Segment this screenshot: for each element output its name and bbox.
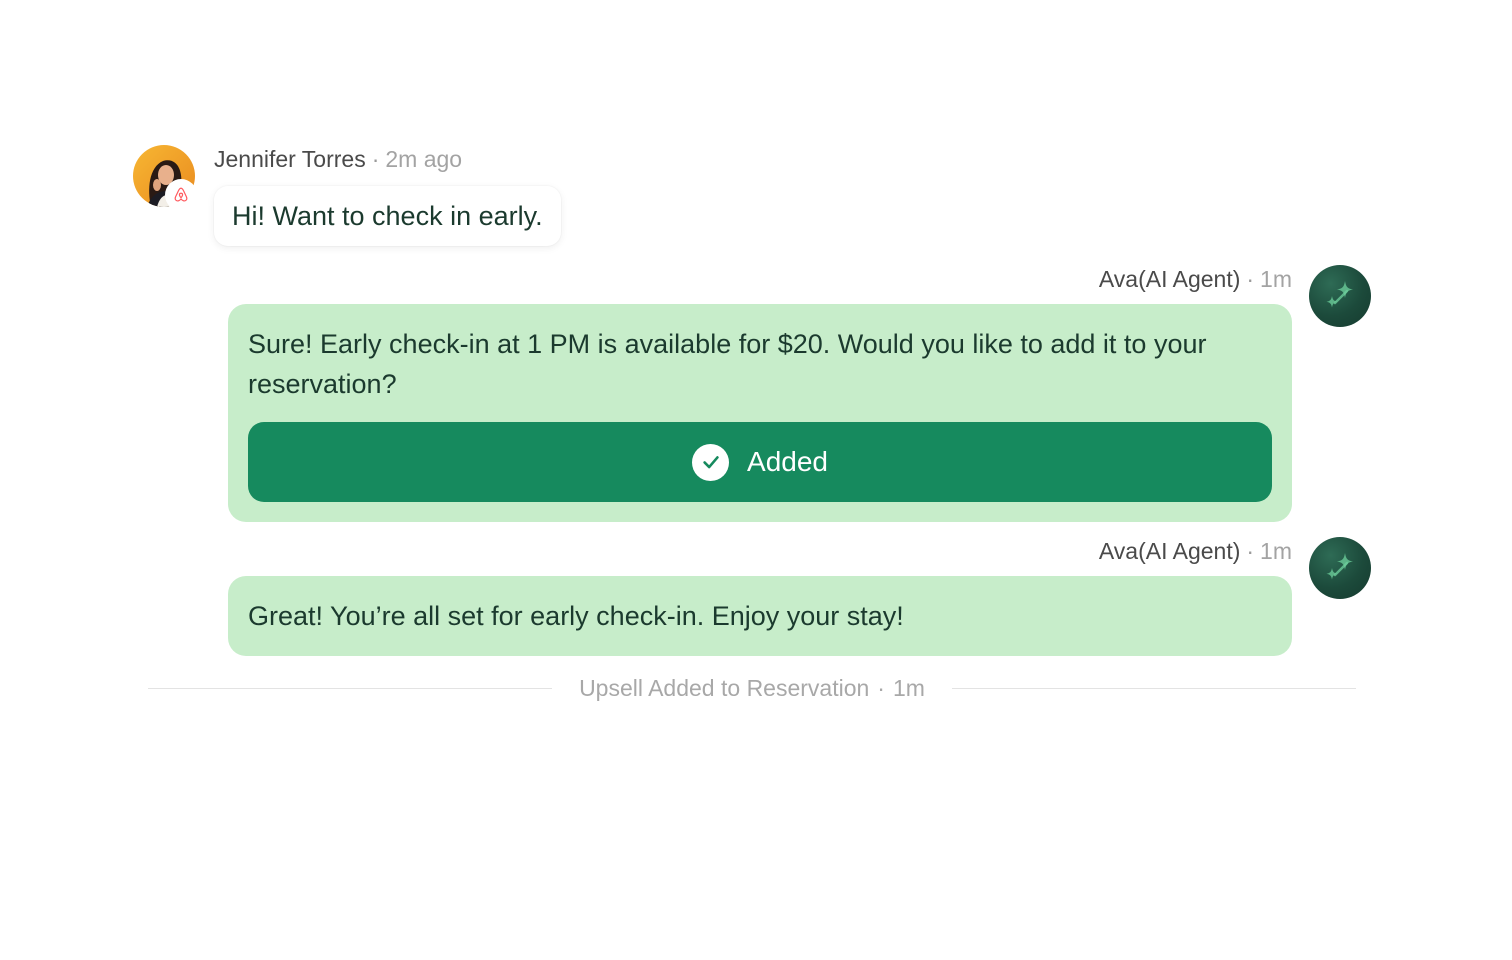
guest-message-text: Hi! Want to check in early. [232, 201, 543, 231]
ai-message-meta: Ava(AI Agent) · 1m [1099, 264, 1292, 294]
ai-message-text: Sure! Early check-in at 1 PM is availabl… [248, 329, 1207, 399]
ai-message-meta: Ava(AI Agent) · 1m [1099, 536, 1292, 566]
meta-separator: · [877, 675, 885, 701]
event-divider-time: 1m [892, 675, 925, 701]
sparkle-icon [1326, 553, 1353, 580]
sparkle-icon [1326, 281, 1353, 308]
meta-separator: · [371, 146, 380, 172]
ai-sender-name: Ava(AI Agent) [1098, 266, 1241, 292]
guest-message-bubble: Hi! Want to check in early. [214, 186, 561, 246]
added-button-label: Added [747, 446, 828, 477]
ai-message-bubble: Great! You’re all set for early check-in… [228, 576, 1292, 656]
ai-sender-name: Ava(AI Agent) [1098, 538, 1241, 564]
meta-separator: · [1246, 266, 1255, 292]
ai-message-time: 1m [1260, 266, 1292, 292]
ai-agent-avatar [1309, 537, 1371, 599]
ai-message-text: Great! You’re all set for early check-in… [248, 601, 904, 631]
guest-message-meta: Jennifer Torres · 2m ago [214, 144, 462, 174]
check-icon [692, 443, 730, 481]
guest-message-time: 2m ago [385, 146, 463, 172]
airbnb-icon [174, 187, 188, 202]
divider-line-right [952, 688, 1356, 689]
divider-line-left [148, 688, 552, 689]
ai-agent-avatar [1309, 265, 1371, 327]
event-divider: Upsell Added to Reservation · 1m [552, 673, 952, 703]
added-button[interactable]: Added [248, 422, 1272, 502]
ai-message-time: 1m [1260, 538, 1292, 564]
airbnb-badge [167, 181, 195, 209]
guest-sender-name: Jennifer Torres [214, 146, 366, 172]
ai-message-bubble: Sure! Early check-in at 1 PM is availabl… [228, 304, 1292, 522]
event-divider-text: Upsell Added to Reservation [579, 675, 870, 701]
meta-separator: · [1246, 538, 1255, 564]
